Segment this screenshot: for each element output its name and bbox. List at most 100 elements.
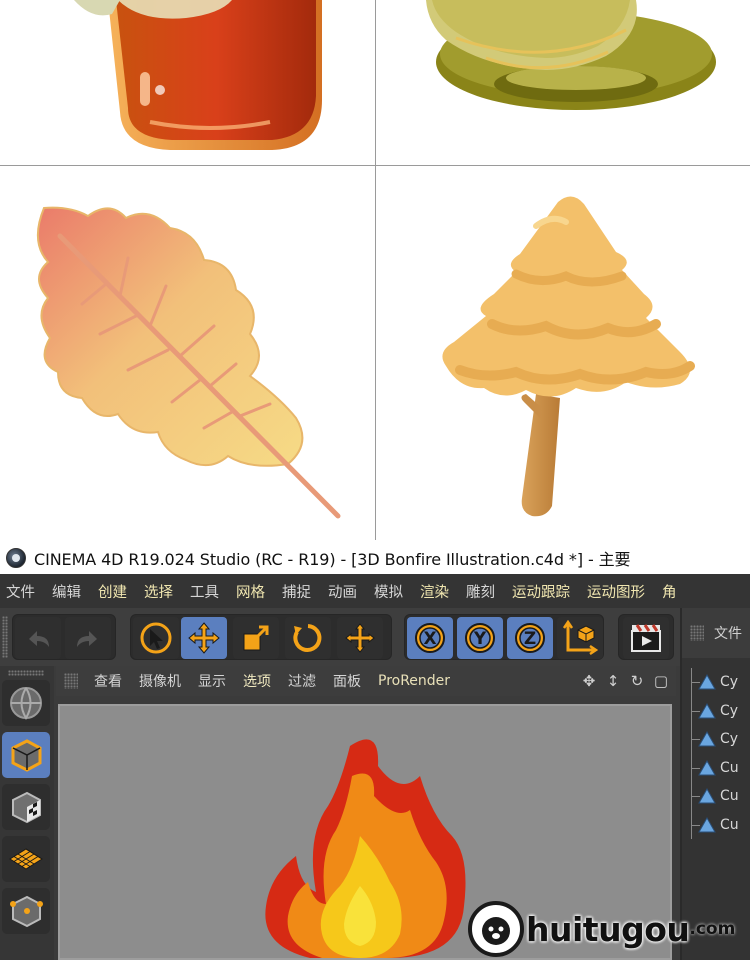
texture-mode-button[interactable] [2, 784, 50, 830]
viewport-menu-display[interactable]: 显示 [198, 671, 226, 691]
render-group [618, 614, 674, 660]
scale-icon [243, 625, 269, 651]
menu-mograph[interactable]: 运动图形 [587, 581, 645, 602]
z-axis-lock-button[interactable]: Z [507, 617, 553, 659]
redo-icon [77, 631, 97, 647]
tree-line [691, 725, 700, 754]
scale-tool-button[interactable] [233, 617, 279, 659]
cylinder-object-icon [698, 731, 716, 747]
model-cube-icon [11, 739, 42, 772]
object-row[interactable]: Cu [682, 753, 750, 782]
tree-line [691, 696, 700, 725]
object-name: Cu [720, 816, 739, 833]
menu-character[interactable]: 角 [662, 581, 677, 602]
object-name: Cu [720, 788, 739, 805]
select-tool-button[interactable] [133, 617, 179, 659]
viewport-maximize-icon[interactable]: ▢ [652, 672, 670, 690]
menu-sculpt[interactable]: 雕刻 [466, 581, 495, 602]
cube-object-icon [698, 816, 716, 833]
last-tool-icon [345, 623, 375, 653]
object-row[interactable]: Cy [682, 696, 750, 725]
tree-render [376, 166, 750, 540]
menu-file[interactable]: 文件 [6, 581, 35, 602]
move-icon [188, 622, 220, 654]
z-axis-icon: Z [515, 623, 545, 653]
watermark-name: huitugou [526, 909, 690, 949]
cinema4d-logo-icon [6, 547, 26, 568]
tree-line [691, 782, 700, 811]
rotate-tool-button[interactable] [285, 617, 331, 659]
x-axis-lock-button[interactable]: X [407, 617, 453, 659]
y-axis-lock-button[interactable]: Y [457, 617, 503, 659]
menu-tools[interactable]: 工具 [190, 581, 219, 602]
cube-object-icon [698, 788, 716, 804]
undo-button[interactable] [15, 617, 61, 659]
viewport-menu-cameras[interactable]: 摄像机 [139, 671, 181, 691]
last-tool-button[interactable] [337, 617, 383, 659]
watermark-logo-icon [468, 901, 524, 957]
viewport-zoom-icon[interactable]: ↕ [604, 672, 622, 690]
menu-render[interactable]: 渲染 [420, 581, 449, 602]
object-row[interactable]: Cu [682, 782, 750, 811]
menu-motion-tracking[interactable]: 运动跟踪 [512, 581, 570, 602]
viewport-menu-panel[interactable]: 面板 [333, 671, 361, 691]
main-menubar: 文件 编辑 创建 选择 工具 网格 捕捉 动画 模拟 渲染 雕刻 运动跟踪 运动… [0, 574, 750, 608]
object-manager-grip[interactable] [690, 625, 704, 641]
redo-button[interactable] [65, 617, 111, 659]
dog-face-icon [482, 917, 510, 945]
move-tool-button[interactable] [181, 617, 227, 659]
undo-redo-group [12, 614, 116, 660]
left-mode-bar [0, 666, 54, 960]
workplane-mode-button[interactable] [2, 836, 50, 882]
globe-icon [10, 687, 42, 720]
render-showcase [0, 0, 750, 540]
menu-animate[interactable]: 动画 [328, 581, 357, 602]
coordinate-system-button[interactable] [557, 617, 603, 659]
viewport-menu-options[interactable]: 选项 [243, 671, 271, 691]
tool-mode-group [130, 614, 392, 660]
leaf-render [0, 166, 375, 540]
render-view-button[interactable] [623, 617, 669, 659]
toolbar-grip[interactable] [2, 616, 8, 658]
object-manager-header: 文件 [682, 608, 750, 658]
window-title: CINEMA 4D R19.024 Studio (RC - R19) - [3… [34, 549, 631, 569]
teacup-render [376, 0, 750, 165]
object-row[interactable]: Cy [682, 668, 750, 697]
model-mode-button[interactable] [2, 732, 50, 778]
menu-snap[interactable]: 捕捉 [282, 581, 311, 602]
object-manager-file-menu[interactable]: 文件 [714, 623, 742, 643]
viewport-menu-grip[interactable] [64, 673, 78, 689]
undo-icon [29, 631, 49, 647]
viewport-menu-view[interactable]: 查看 [94, 671, 122, 691]
tree-line [691, 753, 700, 782]
menu-create[interactable]: 创建 [98, 581, 127, 602]
menu-simulate[interactable]: 模拟 [374, 581, 403, 602]
object-name: Cy [720, 674, 739, 691]
cube-object-icon [698, 759, 716, 776]
main-toolbar: X Y Z [0, 608, 680, 666]
object-name: Cu [720, 759, 739, 776]
object-row[interactable]: Cu [682, 810, 750, 839]
object-name: Cy [720, 731, 739, 748]
axis-lock-group: X Y Z [404, 614, 604, 660]
select-arrow-icon [140, 622, 172, 654]
menu-select[interactable]: 选择 [144, 581, 173, 602]
viewport-rotate-icon[interactable]: ↻ [628, 672, 646, 690]
viewport-nav-controls: ✥ ↕ ↻ ▢ [580, 672, 670, 690]
y-axis-icon: Y [465, 623, 495, 653]
leftbar-grip[interactable] [8, 670, 44, 676]
cylinder-object-icon [698, 674, 716, 690]
menu-edit[interactable]: 编辑 [52, 581, 81, 602]
points-mode-button[interactable] [2, 888, 50, 934]
viewport-menu-filter[interactable]: 过滤 [288, 671, 316, 691]
tree-line [691, 668, 700, 697]
z-axis-label: Z [524, 629, 536, 649]
object-name: Cy [720, 702, 739, 719]
menu-mesh[interactable]: 网格 [236, 581, 265, 602]
checker-cube-icon [12, 791, 41, 824]
viewport-pan-icon[interactable]: ✥ [580, 672, 598, 690]
make-editable-button[interactable] [2, 680, 50, 726]
viewport-menubar: 查看 摄像机 显示 选项 过滤 面板 ProRender ✥ ↕ ↻ ▢ [56, 666, 676, 696]
viewport-menu-prorender[interactable]: ProRender [378, 673, 450, 689]
object-row[interactable]: Cy [682, 725, 750, 754]
